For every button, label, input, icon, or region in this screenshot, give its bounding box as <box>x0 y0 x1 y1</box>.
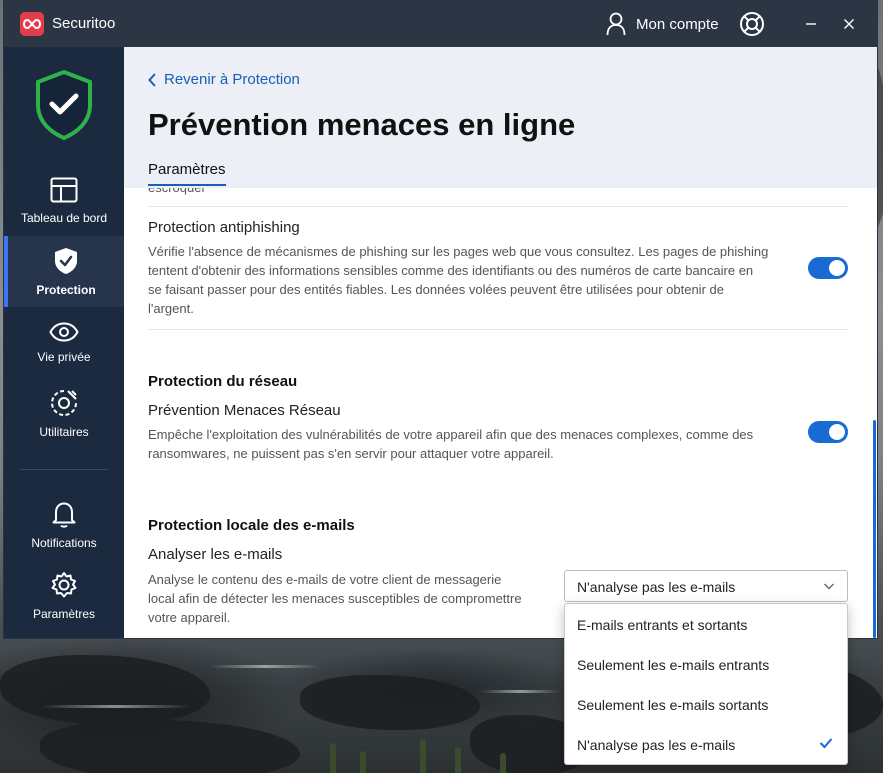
sidebar: Tableau de bord Protection Vie privée Ut… <box>4 47 124 638</box>
sidebar-item-label: Protection <box>36 282 96 297</box>
chevron-left-icon <box>148 72 156 87</box>
gear-wrench-icon <box>51 389 77 416</box>
close-icon <box>844 19 854 29</box>
person-icon <box>606 12 626 36</box>
main-panel: Revenir à Protection Prévention menaces … <box>124 47 877 638</box>
gear-icon <box>51 571 77 597</box>
lifebuoy-icon <box>740 12 764 36</box>
shield-check-icon <box>34 69 94 146</box>
eye-icon <box>49 321 79 342</box>
help-button[interactable] <box>739 11 765 37</box>
account-label: Mon compte <box>636 15 719 33</box>
dropdown-option[interactable]: Seulement les e-mails entrants <box>565 644 847 684</box>
setting-description-network: Empêche l'exploitation des vulnérabilité… <box>148 427 754 461</box>
tab-settings[interactable]: Paramètres <box>148 161 226 186</box>
scrollbar[interactable] <box>873 420 876 638</box>
sidebar-item-protection[interactable]: Protection <box>4 236 124 307</box>
title-bar: Securitoo Mon compte <box>4 0 877 47</box>
setting-description-email: Analyse le contenu des e-mails de votre … <box>148 572 522 625</box>
sidebar-item-settings[interactable]: Paramètres <box>4 560 124 631</box>
back-link[interactable]: Revenir à Protection <box>148 71 300 88</box>
cut-off-text: escroquer <box>148 188 206 195</box>
back-link-label: Revenir à Protection <box>164 71 300 88</box>
email-scan-select-value: N'analyse pas les e-mails <box>577 579 736 595</box>
minimize-icon <box>806 23 816 25</box>
page-header: Revenir à Protection Prévention menaces … <box>124 47 877 188</box>
setting-title-email: Analyser les e-mails <box>148 546 283 563</box>
divider <box>148 329 848 330</box>
bell-icon <box>52 502 76 528</box>
section-title-email: Protection locale des e-mails <box>148 517 355 534</box>
sidebar-item-label: Notifications <box>31 535 97 550</box>
setting-title-network: Prévention Menaces Réseau <box>148 402 341 419</box>
dropdown-option-label: N'analyse pas les e-mails <box>577 737 736 753</box>
antiphishing-toggle[interactable] <box>808 257 848 279</box>
page-title: Prévention menaces en ligne <box>148 107 576 142</box>
section-title-network: Protection du réseau <box>148 373 298 390</box>
app-window: Securitoo Mon compte Tableau de bord Pro… <box>4 0 877 638</box>
sidebar-item-label: Paramètres <box>32 606 96 621</box>
close-button[interactable] <box>837 12 861 36</box>
shield-check-icon <box>55 247 77 274</box>
sidebar-item-label: Vie privée <box>37 349 91 364</box>
app-name: Securitoo <box>52 15 116 32</box>
divider <box>148 206 848 207</box>
sidebar-item-label: Tableau de bord <box>20 210 108 225</box>
account-button[interactable]: Mon compte <box>606 11 719 37</box>
sidebar-item-dashboard[interactable]: Tableau de bord <box>4 165 124 236</box>
network-protection-toggle[interactable] <box>808 421 848 443</box>
setting-description-antiphishing: Vérifie l'absence de mécanismes de phish… <box>148 244 769 316</box>
email-scan-dropdown: E-mails entrants et sortants Seulement l… <box>564 603 848 765</box>
infinity-logo-icon <box>20 12 44 36</box>
sidebar-item-privacy[interactable]: Vie privée <box>4 307 124 378</box>
dropdown-option-selected[interactable]: N'analyse pas les e-mails <box>565 724 847 764</box>
dropdown-option[interactable]: Seulement les e-mails sortants <box>565 684 847 724</box>
sidebar-item-notifications[interactable]: Notifications <box>4 489 124 560</box>
checkmark-icon <box>819 738 833 749</box>
layout-icon <box>50 177 78 202</box>
sidebar-item-utilities[interactable]: Utilitaires <box>4 378 124 449</box>
minimize-button[interactable] <box>799 12 823 36</box>
sidebar-item-label: Utilitaires <box>39 424 89 439</box>
chevron-down-icon <box>824 583 834 590</box>
setting-title-antiphishing: Protection antiphishing <box>148 219 300 236</box>
settings-content: escroquer Protection antiphishing Vérifi… <box>124 188 877 638</box>
dropdown-option[interactable]: E-mails entrants et sortants <box>565 604 847 644</box>
email-scan-select[interactable]: N'analyse pas les e-mails <box>564 570 848 602</box>
sidebar-divider <box>20 469 108 470</box>
